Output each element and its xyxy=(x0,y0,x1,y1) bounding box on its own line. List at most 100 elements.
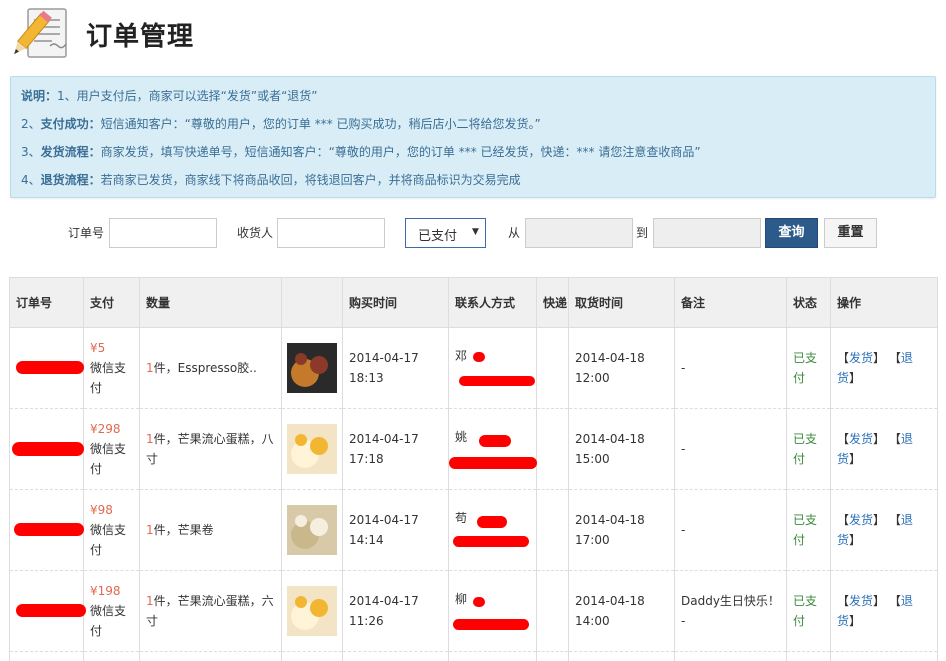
return-link-cont[interactable]: 货 xyxy=(837,371,849,385)
table-row: ¥5 微信支付 1件，Esspresso胶.. 2014-04-17 18:13 邓 201… xyxy=(9,327,938,409)
return-link-cont[interactable]: 货 xyxy=(837,614,849,628)
status-select[interactable]: 已支付 ▼ xyxy=(405,218,486,248)
product-thumbnail[interactable] xyxy=(287,343,337,393)
return-link[interactable]: 退 xyxy=(901,513,913,527)
notice-prefix: 2、 xyxy=(21,117,41,131)
status-badge: 已支 xyxy=(793,432,818,446)
note-cell: - xyxy=(674,489,787,571)
table-cell xyxy=(9,651,84,661)
express-cell xyxy=(536,489,569,571)
buy-date: 2014-04-17 xyxy=(349,351,419,365)
ship-link[interactable]: 发货 xyxy=(849,594,873,608)
to-label: 到 xyxy=(636,226,649,240)
order-no-label: 订单号 xyxy=(68,226,105,240)
express-cell xyxy=(536,570,569,652)
pickup-date: 2014-04-18 xyxy=(575,432,645,446)
order-no-cell xyxy=(9,570,86,652)
order-no-cell xyxy=(9,327,84,409)
status-badge-cont: 付 xyxy=(793,452,806,466)
contact-cell: 柳 xyxy=(448,570,537,652)
price: ¥298 xyxy=(90,422,121,436)
table-cell xyxy=(448,651,537,661)
status-badge: 已支 xyxy=(793,594,818,608)
express-cell xyxy=(536,408,569,490)
notice-line-4: 4、退货流程：若商家已发货，商家线下将商品收回，将钱退回客户，并将商品标识为交易… xyxy=(21,171,521,188)
payment-cell: ¥298 微信支付 xyxy=(83,408,140,490)
receiver-input[interactable] xyxy=(277,218,385,248)
price: ¥5 xyxy=(90,341,106,355)
quantity: 1 xyxy=(146,432,154,446)
image-cell xyxy=(281,327,343,409)
dropdown-arrow-icon: ▼ xyxy=(472,227,479,237)
order-no-cell xyxy=(9,408,84,490)
date-from-input[interactable] xyxy=(525,218,633,248)
payment-cell: ¥98 微信支付 xyxy=(83,489,140,571)
return-link-cont[interactable]: 货 xyxy=(837,452,849,466)
query-button[interactable]: 查询 xyxy=(765,218,818,248)
item-name: 件，芒果流心蛋糕，六 xyxy=(153,594,274,608)
table-row: ¥98 微信支付 1件，芒果卷 2014-04-17 14:14 苟 2014-04-18 1… xyxy=(9,489,938,571)
return-link[interactable]: 退 xyxy=(901,594,913,608)
col-header-status: 状态 xyxy=(786,277,831,328)
image-cell xyxy=(281,651,343,661)
contact-name: 姚 xyxy=(455,430,468,444)
status-cell: 已支付 xyxy=(786,570,831,652)
redacted-contact-phone xyxy=(449,457,537,469)
product-thumbnail[interactable] xyxy=(287,424,337,474)
return-link[interactable]: 退 xyxy=(901,351,913,365)
redacted-contact-name xyxy=(477,516,507,528)
quantity: 1 xyxy=(146,594,154,608)
note-cell: Daddy生日快乐！ - xyxy=(674,570,787,652)
reset-button[interactable]: 重置 xyxy=(824,218,877,248)
item-name: 件，芒果卷 xyxy=(153,523,214,537)
receiver-label: 收货人 xyxy=(237,226,274,240)
orders-table: 订单号 支付 数量 购买时间 联系人方式 快递 取货时间 备注 状态 操作 ¥5… xyxy=(9,277,938,661)
note: - xyxy=(681,523,686,537)
quantity: 1 xyxy=(146,361,154,375)
buy-time: 11:26 xyxy=(349,614,384,628)
contact-cell: 邓 xyxy=(448,327,537,409)
product-thumbnail[interactable] xyxy=(287,505,337,555)
col-header-image xyxy=(281,277,343,328)
item-name-cont: 寸 xyxy=(146,452,159,466)
return-link-cont[interactable]: 货 xyxy=(837,533,849,547)
pay-method-cont: 付 xyxy=(90,543,103,557)
contact-name: 邓 xyxy=(455,349,468,363)
redacted-order-no xyxy=(14,523,84,536)
status-cell: 已支付 xyxy=(786,408,831,490)
product-thumbnail[interactable] xyxy=(287,586,337,636)
actions-cell: 【发货】 【退 货】 xyxy=(830,408,938,490)
buy-date: 2014-04-17 xyxy=(349,432,419,446)
order-no-input[interactable] xyxy=(109,218,217,248)
table-cell xyxy=(83,651,140,661)
table-cell xyxy=(674,651,787,661)
actions-cell: 【发货】 【退 货】 xyxy=(830,489,938,571)
image-cell xyxy=(281,570,343,652)
ship-link[interactable]: 发货 xyxy=(849,513,873,527)
pickup-time: 15:00 xyxy=(575,452,610,466)
from-label: 从 xyxy=(508,226,521,240)
ship-link[interactable]: 发货 xyxy=(849,432,873,446)
redacted-contact-phone xyxy=(453,536,529,547)
pickup-time: 12:00 xyxy=(575,371,610,385)
pay-method: 微信支 xyxy=(90,361,127,375)
quantity-cell: 1件，芒果卷 xyxy=(139,489,282,571)
order-no-cell xyxy=(9,489,84,571)
express-cell xyxy=(536,327,569,409)
contact-cell: 姚 xyxy=(448,408,537,490)
col-header-buy-time: 购买时间 xyxy=(342,277,449,328)
filter-bar: 订单号 收货人 已支付 ▼ 从 到 查询 重置 xyxy=(0,210,946,254)
col-header-note: 备注 xyxy=(674,277,787,328)
col-header-order-no: 订单号 xyxy=(9,277,84,328)
pay-method: 微信支 xyxy=(90,523,127,537)
date-to-input[interactable] xyxy=(653,218,761,248)
return-link[interactable]: 退 xyxy=(901,432,913,446)
quantity-cell: 1件，芒果流心蛋糕，八寸 xyxy=(139,408,282,490)
buy-time: 18:13 xyxy=(349,371,384,385)
ship-link[interactable]: 发货 xyxy=(849,351,873,365)
page-header: 订单管理 xyxy=(0,0,946,70)
contact-name: 苟 xyxy=(455,511,468,525)
note: - xyxy=(681,361,686,375)
status-cell: 已支付 xyxy=(786,327,831,409)
notice-prefix: 3、 xyxy=(21,145,41,159)
